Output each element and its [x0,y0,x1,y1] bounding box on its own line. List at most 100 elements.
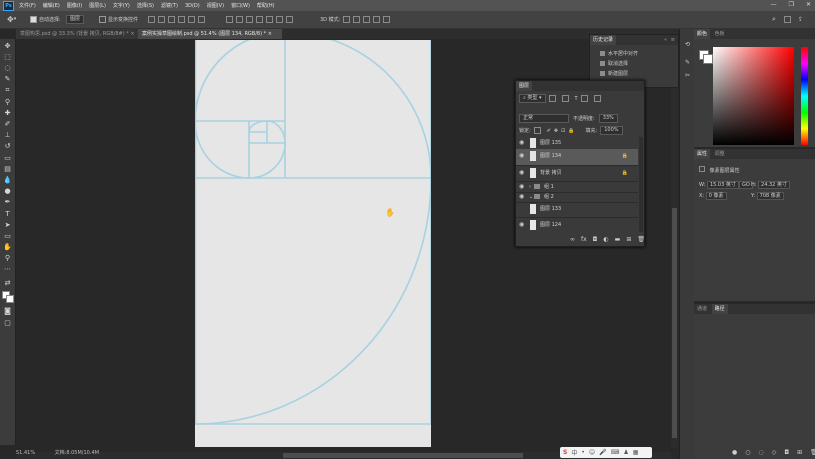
ime-mode-icon[interactable]: 中 [571,448,577,457]
history-item[interactable]: 水平居中对齐 [600,50,638,58]
link-layers-icon[interactable]: ∞ [570,236,575,243]
menu-layer[interactable]: 图层(L) [89,2,106,9]
tool-presets-icon[interactable]: ✂ [684,72,691,79]
visibility-eye-icon[interactable]: ◉ [519,140,525,146]
adjustment-layer-icon[interactable]: ◐ [603,236,608,243]
menu-type[interactable]: 文字(Y) [113,2,130,9]
menu-view[interactable]: 视图(V) [207,2,224,9]
visibility-eye-icon[interactable]: ◉ [519,194,525,200]
width-input[interactable]: 15.03 英寸 [706,181,739,189]
tab-layers[interactable]: 图层 [516,81,533,91]
tab-paths[interactable]: 路径 [711,304,728,314]
distribute-right-icon[interactable] [276,15,283,23]
align-bottom-icon[interactable] [168,15,175,23]
make-work-path-icon[interactable]: ◇ [772,449,777,456]
move-tool-icon[interactable]: ✥ ▾ [7,15,16,24]
swap-colors-icon[interactable]: ⇄ [3,279,12,288]
tab-swatches[interactable]: 色板 [712,29,728,39]
keyboard-icon[interactable]: ⌨ [611,449,620,456]
layer-row[interactable]: ◉ 背景 拷贝 🔒 [516,166,638,182]
add-mask-icon[interactable]: ◘ [593,236,598,243]
filter-pixel-icon[interactable] [548,95,556,102]
path-select-tool-icon[interactable]: ➤ [3,221,12,230]
height-input[interactable]: 24.32 英寸 [758,181,790,189]
share-icon[interactable]: ⇪ [798,15,803,23]
dodge-tool-icon[interactable]: ● [3,187,12,196]
background-color-swatch[interactable] [703,54,713,64]
type-tool-icon[interactable]: T [3,210,12,219]
distribute-top-icon[interactable] [226,15,233,23]
menu-edit[interactable]: 编辑(E) [43,2,60,9]
history-panel-icon[interactable]: ⟲ [684,41,691,48]
workspace-icon[interactable] [784,15,794,23]
hue-slider[interactable] [801,47,808,145]
screen-mode-icon[interactable]: ▢ [3,319,12,328]
fill-input[interactable]: 100% [600,126,623,135]
zoom-tool-icon[interactable]: ⚲ [3,254,12,263]
new-group-icon[interactable]: ▬ [615,236,621,243]
filter-shape-icon[interactable] [580,95,588,102]
align-vcenter-icon[interactable] [158,15,165,23]
3d-rotate-icon[interactable] [343,15,350,23]
add-mask-icon[interactable]: ◘ [784,449,789,456]
lock-all-icon[interactable]: 🔒 [568,128,574,134]
fill-path-icon[interactable]: ● [732,449,737,456]
toolbox-icon[interactable]: ▦ [633,449,639,456]
blur-tool-icon[interactable]: 💧 [3,176,12,185]
load-selection-icon[interactable]: ◌ [759,449,764,456]
align-right-icon[interactable] [198,15,205,23]
maximize-icon[interactable]: ❐ [789,1,794,8]
distribute-hcenter-icon[interactable] [266,15,273,23]
menu-select[interactable]: 选择(S) [137,2,154,9]
align-top-icon[interactable] [148,15,155,23]
hand-tool-icon[interactable]: ✋ [3,243,12,252]
layer-filter-dropdown[interactable]: ⌕ 类型 ▾ [519,94,546,103]
zoom-level[interactable]: 51.41% [16,450,35,456]
close-tab-icon[interactable]: × [130,31,134,37]
delete-layer-icon[interactable]: 🗑 [637,236,645,243]
close-tab-icon[interactable]: × [268,31,272,37]
tab-channels[interactable]: 通道 [694,304,710,314]
filter-type-icon[interactable]: T [575,96,578,102]
color-picker-field[interactable] [713,47,794,145]
lock-transparent-icon[interactable] [533,127,541,134]
new-layer-icon[interactable]: ⊞ [626,236,631,243]
move-tool-icon[interactable]: ✥ [3,42,12,51]
sogou-logo-icon[interactable]: S [563,449,567,456]
visibility-eye-icon[interactable]: ◉ [519,153,525,159]
x-input[interactable]: 0 像素 [705,192,727,200]
document-canvas[interactable] [195,40,431,447]
auto-align-icon[interactable] [286,15,293,23]
eraser-tool-icon[interactable]: ▭ [3,154,12,163]
auto-select-dropdown[interactable]: 图层 [66,14,85,24]
lock-position-icon[interactable]: ✥ [554,128,558,134]
voice-input-icon[interactable]: 🎤 [599,449,606,456]
visibility-eye-icon[interactable]: ◉ [519,222,525,228]
3d-scale-icon[interactable] [383,15,390,23]
skin-icon[interactable]: ♟ [623,449,628,456]
panel-menu-icon[interactable]: ≡ [668,35,678,45]
vertical-scroll-thumb[interactable] [672,208,677,438]
layer-row[interactable]: ◉ 图层 134 🔒 [516,149,638,166]
menu-help[interactable]: 帮助(H) [257,2,275,9]
distribute-left-icon[interactable] [256,15,263,23]
tab-properties[interactable]: 属性 [694,149,711,159]
distribute-bottom-icon[interactable] [246,15,253,23]
opacity-input[interactable]: 33% [598,114,618,123]
3d-drag-icon[interactable] [363,15,370,23]
tab-history[interactable]: 历史记录 [590,35,617,45]
tab-adjustments[interactable]: 调整 [712,149,728,159]
brush-panel-icon[interactable]: ✎ [684,59,691,66]
blend-mode-dropdown[interactable]: 正常 [519,114,569,123]
layer-row[interactable]: 图层 133 [516,202,638,218]
background-color-swatch[interactable] [6,295,14,303]
visibility-eye-icon[interactable]: ◉ [519,170,525,176]
show-transform-checkbox[interactable] [99,15,106,23]
menu-3d[interactable]: 3D(D) [185,3,200,9]
tab-color[interactable]: 颜色 [694,29,711,39]
lasso-tool-icon[interactable]: ◌ [3,64,12,73]
visibility-eye-icon[interactable]: ◉ [519,184,525,190]
menu-window[interactable]: 窗口(W) [231,2,250,9]
quick-mask-icon[interactable]: ◙ [3,307,12,316]
history-brush-tool-icon[interactable]: ↺ [3,142,12,151]
